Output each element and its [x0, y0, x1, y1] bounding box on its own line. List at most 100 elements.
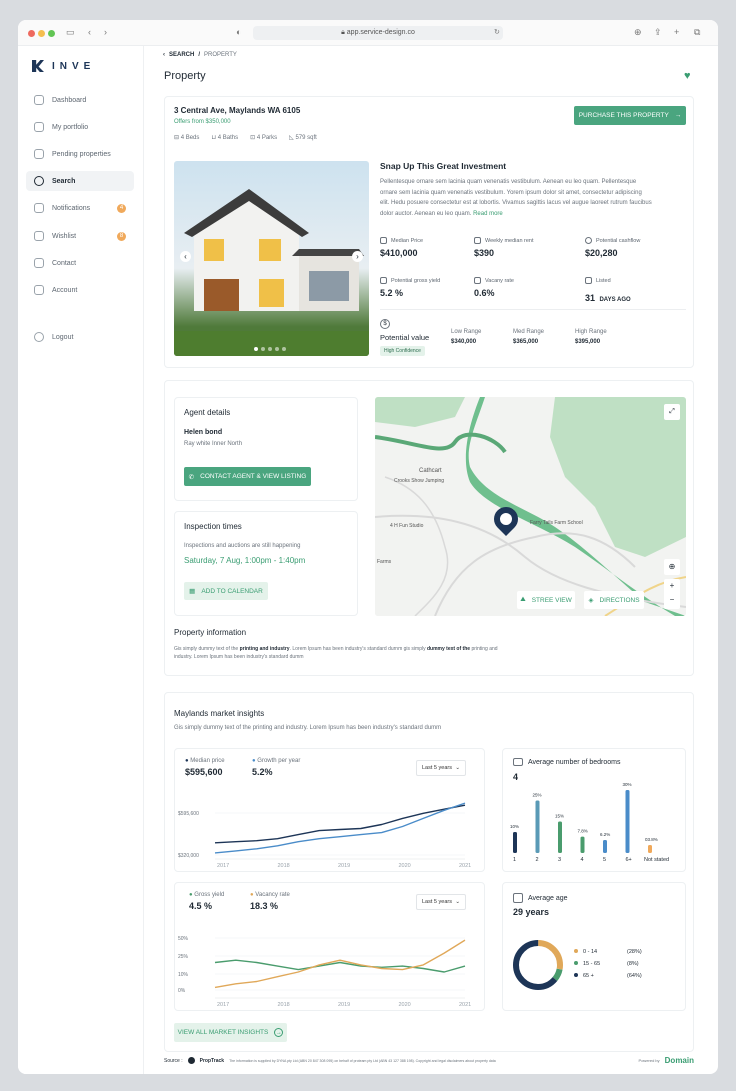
sidebar-item-search[interactable]: Search: [26, 171, 134, 191]
info-bold: dummy text of the: [426, 646, 471, 652]
legend-dot: [574, 973, 578, 977]
add-to-calendar-button[interactable]: ▦ ADD TO CALENDAR: [184, 582, 268, 600]
median-price-chart: ● Median price $595,600 ● Growth per year…: [174, 748, 485, 872]
property-photo[interactable]: ‹ ›: [174, 161, 369, 356]
map-label: 4 H Fun Studio: [390, 523, 424, 529]
zoom-in-icon[interactable]: +: [664, 579, 680, 593]
street-view-button[interactable]: ⛰︎ STREE VIEW: [517, 591, 575, 609]
maximize-dot[interactable]: [48, 30, 55, 37]
domain-logo[interactable]: Domain: [665, 1056, 694, 1065]
feature-beds: ⊟ 4 Beds: [174, 134, 199, 141]
sidebar-item-account[interactable]: Account: [26, 280, 134, 300]
house-illustration: [174, 189, 369, 356]
property-info-title: Property information: [174, 628, 247, 637]
proptrack-name: PropTrack: [199, 1057, 225, 1064]
contact-agent-button[interactable]: ✆ CONTACT AGENT & VIEW LISTING: [184, 467, 311, 486]
close-dot[interactable]: [28, 30, 35, 37]
donut-legend-label: 15 - 65: [583, 961, 600, 967]
vacancy-icon: [474, 277, 481, 284]
view-all-insights-button[interactable]: VIEW ALL MARKET INSIGHTS →: [174, 1023, 287, 1042]
arrow-right-icon: →: [674, 112, 682, 119]
expand-map-icon[interactable]: ⤢: [664, 404, 680, 420]
chevron-down-icon: ⌄: [455, 765, 460, 771]
agent-name: Helen bond: [184, 429, 223, 436]
carousel-dot[interactable]: [282, 347, 286, 351]
map-label: Cathcart: [419, 468, 442, 474]
info-text: Gis simply dummy text of the: [174, 646, 240, 652]
y-tick-label: 10%: [178, 972, 189, 978]
logo-text: INVE: [52, 60, 96, 72]
street-view-label: STREE VIEW: [531, 596, 572, 604]
line-chart-1: $595,600 $320,000 2017 2018 2019 2020 2021: [178, 802, 471, 869]
reload-icon[interactable]: ↻: [494, 28, 500, 36]
stat-value: 0.6%: [474, 288, 495, 298]
x-tick-label: 2018: [278, 1002, 290, 1008]
inspection-note: Inspections and auctions are still happe…: [184, 543, 301, 549]
donut-legend-value: (8%): [627, 961, 639, 967]
minimize-dot[interactable]: [38, 30, 45, 37]
sidebar-item-wishlist[interactable]: Wishlist 8: [26, 226, 134, 246]
carousel-prev-icon[interactable]: ‹: [180, 251, 191, 262]
favorite-heart-icon[interactable]: ♥: [684, 70, 691, 82]
sidebar-toggle-icon[interactable]: ▭: [66, 27, 75, 38]
listed-days: 31: [585, 293, 596, 303]
listed-icon: [585, 277, 592, 284]
bar-value-label: 25%: [533, 793, 542, 798]
directions-button[interactable]: ◈ DIRECTIONS: [584, 591, 644, 609]
high-range: High Range $395,000: [575, 329, 607, 345]
stat-cashflow: Potential cashflow $20,280: [585, 237, 640, 258]
carousel-dot[interactable]: [268, 347, 272, 351]
legend-label: Gross yield: [194, 892, 225, 898]
sidebar-item-notifications[interactable]: Notifications 4: [26, 198, 134, 218]
age-icon: [513, 893, 523, 903]
bar-category-label: Not stated: [644, 857, 669, 863]
notification-badge: 8: [117, 231, 126, 241]
breadcrumb-search[interactable]: SEARCH: [169, 52, 194, 58]
period-select[interactable]: Last 5 years ⌄: [416, 894, 466, 910]
range-label: Low Range: [451, 329, 482, 335]
carousel-dot[interactable]: [261, 347, 265, 351]
shield-icon[interactable]: ◐: [236, 27, 241, 37]
forward-icon[interactable]: ›: [104, 27, 107, 37]
inspection-card: Inspection times Inspections and auction…: [174, 511, 358, 616]
sidebar-item-label: My portfolio: [52, 123, 89, 131]
footer: Source : PropTrack The information is su…: [164, 1056, 694, 1065]
carousel-dot[interactable]: [254, 347, 258, 351]
zoom-out-icon[interactable]: −: [664, 593, 680, 607]
y-tick-label: 25%: [178, 954, 189, 960]
map[interactable]: Cathcart Crooks Show Jumping Farry Tails…: [375, 397, 686, 616]
carousel-next-icon[interactable]: ›: [352, 251, 363, 262]
url-text: app.service-design.co: [346, 29, 415, 36]
locate-icon[interactable]: ⊕: [664, 559, 680, 575]
tabs-icon[interactable]: ⧉: [694, 27, 700, 38]
purchase-button[interactable]: PURCHASE THIS PROPERTY →: [574, 106, 686, 125]
url-bar[interactable]: 🔒︎ app.service-design.co: [253, 26, 503, 40]
back-icon[interactable]: ‹: [88, 27, 91, 37]
car-icon: ⊡: [250, 135, 257, 141]
y-tick-label: 0%: [178, 988, 186, 994]
read-more-link[interactable]: Read more: [473, 211, 503, 217]
sidebar-item-pending-properties[interactable]: Pending properties: [26, 144, 134, 164]
sidebar-item-contact[interactable]: Contact: [26, 253, 134, 273]
period-select[interactable]: Last 5 years ⌄: [416, 760, 466, 776]
view-all-label: VIEW ALL MARKET INSIGHTS: [177, 1029, 269, 1036]
divider: [380, 309, 686, 310]
breadcrumb-current: PROPERTY: [204, 52, 237, 58]
sidebar-item-my-portfolio[interactable]: My portfolio: [26, 117, 134, 137]
chevron-left-icon[interactable]: ‹: [163, 52, 165, 58]
insights-subtitle: Gis simply dummy text of the printing an…: [174, 725, 442, 731]
y-tick-label: $595,600: [178, 811, 199, 817]
feature-area: ◺ 579 sqft: [289, 134, 317, 141]
map-canvas: [375, 397, 686, 616]
sidebar-item-dashboard[interactable]: Dashboard: [26, 90, 134, 110]
carousel-dot[interactable]: [275, 347, 279, 351]
market-insights: Maylands market insights Gis simply dumm…: [164, 692, 694, 1052]
bar-category-label: 2: [536, 857, 539, 863]
download-icon[interactable]: ⊕: [634, 27, 642, 38]
bar-value-label: 10%: [510, 824, 519, 829]
logo[interactable]: INVE: [32, 60, 95, 72]
logout-button[interactable]: Logout: [26, 327, 134, 347]
sidebar: INVE Dashboard My portfolio Pending proper…: [18, 46, 144, 1074]
share-icon[interactable]: ⇪: [654, 27, 662, 38]
new-tab-icon[interactable]: +: [674, 27, 679, 37]
